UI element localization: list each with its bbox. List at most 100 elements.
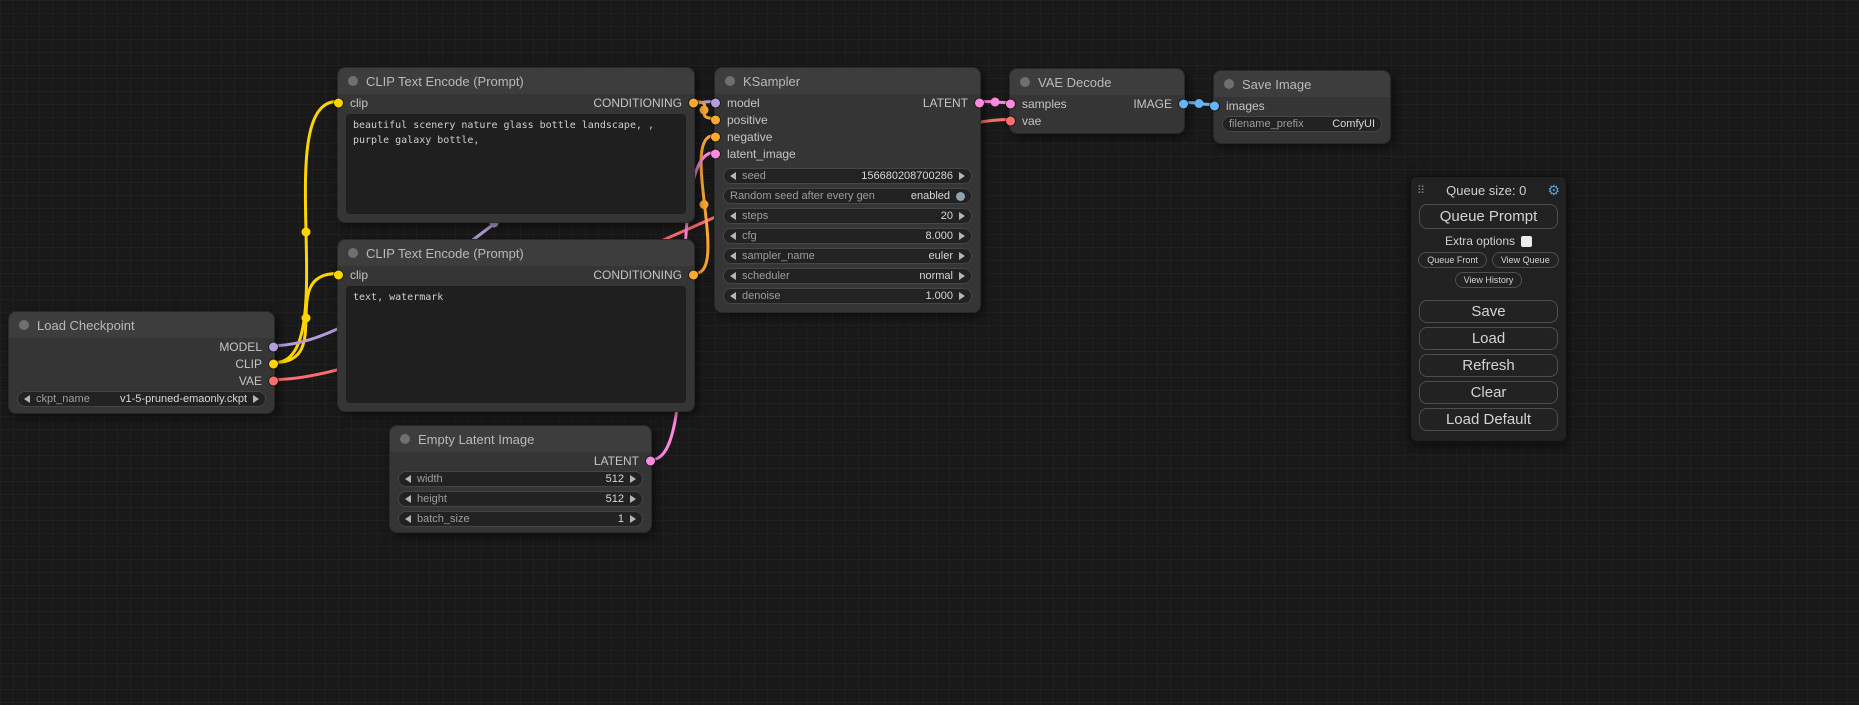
node-title: KSampler — [743, 74, 800, 89]
vae-input-port[interactable] — [1006, 116, 1015, 125]
increment-arrow-icon[interactable] — [959, 172, 965, 180]
node-title-bar[interactable]: CLIP Text Encode (Prompt) — [338, 240, 694, 266]
collapse-dot-icon[interactable] — [348, 248, 358, 258]
input-label: model — [727, 96, 760, 110]
next-option-arrow-icon[interactable] — [959, 272, 965, 280]
load-default-button[interactable]: Load Default — [1419, 408, 1558, 431]
latent-output-port[interactable] — [975, 98, 984, 107]
extra-options-checkbox[interactable] — [1521, 236, 1532, 247]
graph-canvas[interactable]: CLIP Text Encode (Prompt) clip CONDITION… — [0, 0, 1859, 705]
widget-value: enabled — [911, 190, 950, 202]
decrement-arrow-icon[interactable] — [730, 232, 736, 240]
increment-arrow-icon[interactable] — [630, 475, 636, 483]
image-output-port[interactable] — [1179, 99, 1188, 108]
prompt-textarea[interactable]: text, watermark — [346, 286, 686, 403]
latent-output-port[interactable] — [646, 456, 655, 465]
input-label: clip — [350, 268, 368, 282]
load-button[interactable]: Load — [1419, 327, 1558, 350]
node-clip-text-encode-positive[interactable]: CLIP Text Encode (Prompt) clip CONDITION… — [337, 67, 695, 223]
node-empty-latent-image[interactable]: Empty Latent Image LATENT width 512 heig… — [389, 425, 652, 533]
collapse-dot-icon[interactable] — [19, 320, 29, 330]
clear-button[interactable]: Clear — [1419, 381, 1558, 404]
increment-arrow-icon[interactable] — [630, 495, 636, 503]
queue-front-button[interactable]: Queue Front — [1418, 252, 1487, 268]
node-title-bar[interactable]: Load Checkpoint — [9, 312, 274, 338]
collapse-dot-icon[interactable] — [400, 434, 410, 444]
prev-option-arrow-icon[interactable] — [24, 395, 30, 403]
collapse-dot-icon[interactable] — [725, 76, 735, 86]
collapse-dot-icon[interactable] — [348, 76, 358, 86]
node-title: CLIP Text Encode (Prompt) — [366, 246, 524, 261]
clip-input-port[interactable] — [334, 98, 343, 107]
decrement-arrow-icon[interactable] — [730, 292, 736, 300]
positive-input-port[interactable] — [711, 115, 720, 124]
widget-label: Random seed after every gen — [730, 190, 875, 202]
toggle-on-indicator[interactable] — [956, 192, 965, 201]
drag-handle-icon[interactable]: ⠿ — [1417, 184, 1425, 197]
height-widget[interactable]: height 512 — [398, 491, 643, 507]
widget-value: 8.000 — [925, 230, 953, 242]
widget-label: width — [417, 473, 443, 485]
prev-option-arrow-icon[interactable] — [730, 252, 736, 260]
ckpt-name-widget[interactable]: ckpt_name v1-5-pruned-emaonly.ckpt — [17, 391, 266, 407]
scheduler-widget[interactable]: scheduler normal — [723, 268, 972, 284]
filename-prefix-widget[interactable]: filename_prefix ComfyUI — [1222, 116, 1382, 132]
samples-input-port[interactable] — [1006, 99, 1015, 108]
node-title-bar[interactable]: KSampler — [715, 68, 980, 94]
node-title-bar[interactable]: Empty Latent Image — [390, 426, 651, 452]
widget-value: 512 — [606, 493, 624, 505]
denoise-widget[interactable]: denoise 1.000 — [723, 288, 972, 304]
node-clip-text-encode-negative[interactable]: CLIP Text Encode (Prompt) clip CONDITION… — [337, 239, 695, 412]
view-history-button[interactable]: View History — [1455, 272, 1523, 288]
conditioning-output-port[interactable] — [689, 270, 698, 279]
node-vae-decode[interactable]: VAE Decode samples IMAGE vae — [1009, 68, 1185, 134]
widget-value: 20 — [941, 210, 953, 222]
node-title-bar[interactable]: Save Image — [1214, 71, 1390, 97]
increment-arrow-icon[interactable] — [959, 232, 965, 240]
conditioning-output-port[interactable] — [689, 98, 698, 107]
node-title-bar[interactable]: CLIP Text Encode (Prompt) — [338, 68, 694, 94]
clip-input-port[interactable] — [334, 270, 343, 279]
images-input-port[interactable] — [1210, 101, 1219, 110]
increment-arrow-icon[interactable] — [959, 292, 965, 300]
decrement-arrow-icon[interactable] — [405, 475, 411, 483]
node-title-bar[interactable]: VAE Decode — [1010, 69, 1184, 95]
queue-prompt-button[interactable]: Queue Prompt — [1419, 204, 1558, 229]
random-seed-toggle-widget[interactable]: Random seed after every gen enabled — [723, 188, 972, 204]
width-widget[interactable]: width 512 — [398, 471, 643, 487]
steps-widget[interactable]: steps 20 — [723, 208, 972, 224]
wire-clip-to-positive-encoder — [275, 102, 337, 363]
decrement-arrow-icon[interactable] — [405, 515, 411, 523]
model-output-port[interactable] — [269, 342, 278, 351]
output-label: CLIP — [235, 357, 262, 371]
decrement-arrow-icon[interactable] — [405, 495, 411, 503]
prompt-textarea[interactable]: beautiful scenery nature glass bottle la… — [346, 114, 686, 214]
save-button[interactable]: Save — [1419, 300, 1558, 323]
refresh-button[interactable]: Refresh — [1419, 354, 1558, 377]
node-ksampler[interactable]: KSampler model LATENT positive negative … — [714, 67, 981, 313]
collapse-dot-icon[interactable] — [1224, 79, 1234, 89]
next-option-arrow-icon[interactable] — [959, 252, 965, 260]
clip-output-port[interactable] — [269, 359, 278, 368]
wire-midpoint-dot — [1195, 99, 1204, 108]
view-queue-button[interactable]: View Queue — [1492, 252, 1559, 268]
cfg-widget[interactable]: cfg 8.000 — [723, 228, 972, 244]
vae-output-port[interactable] — [269, 376, 278, 385]
batch-size-widget[interactable]: batch_size 1 — [398, 511, 643, 527]
sampler-name-widget[interactable]: sampler_name euler — [723, 248, 972, 264]
increment-arrow-icon[interactable] — [630, 515, 636, 523]
next-option-arrow-icon[interactable] — [253, 395, 259, 403]
wire-midpoint-dot — [991, 98, 1000, 107]
decrement-arrow-icon[interactable] — [730, 212, 736, 220]
increment-arrow-icon[interactable] — [959, 212, 965, 220]
prev-option-arrow-icon[interactable] — [730, 272, 736, 280]
model-input-port[interactable] — [711, 98, 720, 107]
node-load-checkpoint[interactable]: Load Checkpoint MODEL CLIP VAE ckpt_name… — [8, 311, 275, 414]
node-save-image[interactable]: Save Image images filename_prefix ComfyU… — [1213, 70, 1391, 144]
seed-widget[interactable]: seed 156680208700286 — [723, 168, 972, 184]
decrement-arrow-icon[interactable] — [730, 172, 736, 180]
negative-input-port[interactable] — [711, 132, 720, 141]
latent-image-input-port[interactable] — [711, 149, 720, 158]
settings-gear-icon[interactable]: ⚙ — [1547, 182, 1560, 199]
collapse-dot-icon[interactable] — [1020, 77, 1030, 87]
